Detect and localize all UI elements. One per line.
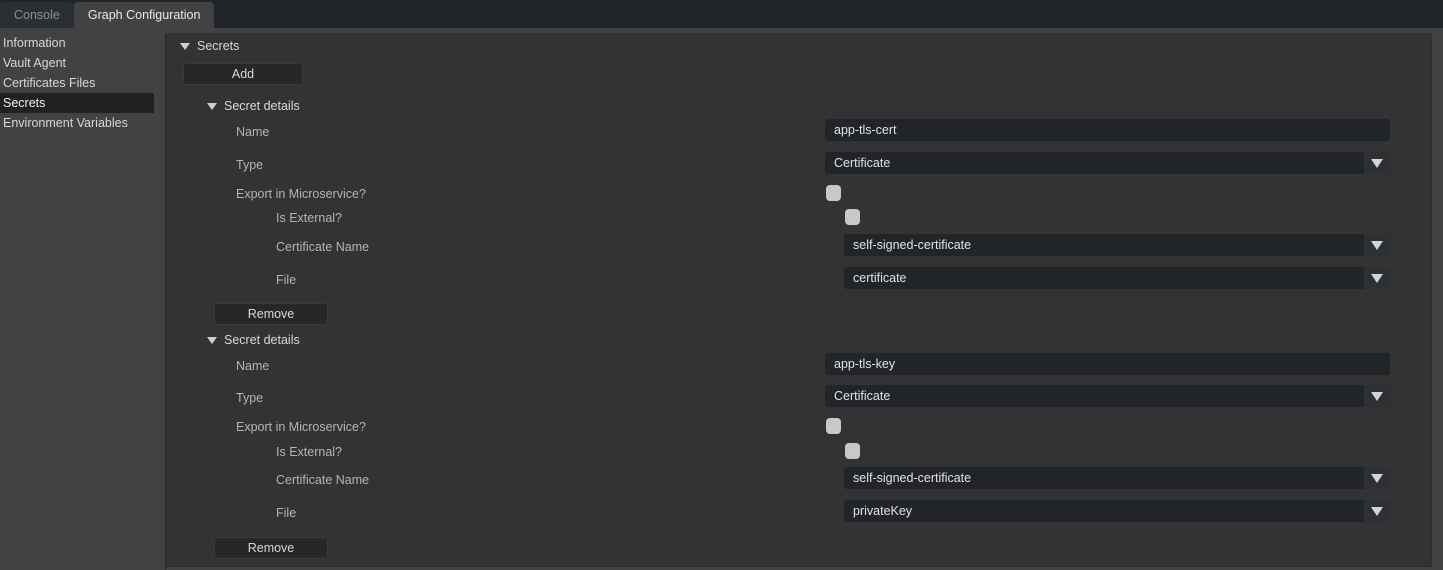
secret-2-file-select[interactable]: privateKey <box>844 500 1390 522</box>
secret-1-name-input[interactable]: app-tls-cert <box>825 119 1390 141</box>
secret-2-name-label: Name <box>236 359 270 373</box>
secret-1-certificate-name-label: Certificate Name <box>276 240 370 254</box>
secret-1-certificate-name-select[interactable]: self-signed-certificate <box>844 234 1390 256</box>
tab-console-label: Console <box>14 8 60 22</box>
secret-2-export-checkbox[interactable] <box>826 418 841 434</box>
chevron-down-icon <box>180 42 190 50</box>
secret-1-export-checkbox[interactable] <box>826 185 841 201</box>
secret-1-certificate-name-value: self-signed-certificate <box>853 238 972 252</box>
tab-graph-configuration[interactable]: Graph Configuration <box>73 2 215 28</box>
secret-1-type-label: Type <box>236 158 264 172</box>
secret-1-is-external-label: Is External? <box>276 211 343 225</box>
secret-details-header-2[interactable]: Secret details <box>207 333 300 347</box>
chevron-down-icon[interactable] <box>1364 467 1390 489</box>
secret-1-type-value: Certificate <box>834 156 891 170</box>
sidebar-item-vault-agent-label: Vault Agent <box>3 56 67 70</box>
secrets-section-header[interactable]: Secrets <box>180 39 239 53</box>
secret-2-certificate-name-value: self-signed-certificate <box>853 471 972 485</box>
chevron-down-icon <box>207 336 217 344</box>
secret-1-file-select[interactable]: certificate <box>844 267 1390 289</box>
chevron-down-icon[interactable] <box>1364 500 1390 522</box>
chevron-down-icon[interactable] <box>1364 385 1390 407</box>
secret-1-name-label: Name <box>236 125 270 139</box>
sidebar-item-environment-variables[interactable]: Environment Variables <box>0 113 154 133</box>
sidebar: Information Vault Agent Certificates Fil… <box>0 33 166 570</box>
add-secret-button[interactable]: Add <box>183 63 303 85</box>
secret-2-certificate-name-select[interactable]: self-signed-certificate <box>844 467 1390 489</box>
secret-1-type-select[interactable]: Certificate <box>825 152 1390 174</box>
secret-1-file-label: File <box>276 273 297 287</box>
sidebar-item-environment-variables-label: Environment Variables <box>3 116 128 130</box>
sidebar-item-secrets-label: Secrets <box>3 96 46 110</box>
tab-graph-configuration-label: Graph Configuration <box>87 8 201 22</box>
add-secret-button-label: Add <box>231 67 255 81</box>
secret-1-file-value: certificate <box>853 271 907 285</box>
chevron-down-icon <box>207 102 217 110</box>
sidebar-item-information[interactable]: Information <box>0 33 154 53</box>
secret-1-remove-button-label: Remove <box>247 307 295 321</box>
secrets-section-title: Secrets <box>197 39 240 53</box>
secret-2-type-value: Certificate <box>834 389 891 403</box>
secret-2-file-label: File <box>276 506 297 520</box>
chevron-down-icon[interactable] <box>1364 267 1390 289</box>
sidebar-item-certificates-files-label: Certificates Files <box>3 76 96 90</box>
secrets-configuration-panel: Secrets Add Secret details Name app-tls-… <box>166 33 1432 567</box>
secret-details-title-2: Secret details <box>224 333 300 347</box>
secret-2-certificate-name-label: Certificate Name <box>276 473 370 487</box>
secret-2-file-value: privateKey <box>853 504 913 518</box>
tab-console[interactable]: Console <box>0 2 74 28</box>
secret-1-is-external-checkbox[interactable] <box>845 209 860 225</box>
secret-2-name-input[interactable]: app-tls-key <box>825 353 1390 375</box>
secret-2-is-external-label: Is External? <box>276 445 343 459</box>
sidebar-item-certificates-files[interactable]: Certificates Files <box>0 73 154 93</box>
secret-details-header-1[interactable]: Secret details <box>207 99 300 113</box>
tab-bar: Console Graph Configuration <box>0 0 1443 28</box>
secret-2-name-value: app-tls-key <box>834 357 896 371</box>
secret-2-remove-button[interactable]: Remove <box>214 537 328 559</box>
sidebar-item-secrets[interactable]: Secrets <box>0 93 154 113</box>
secret-2-export-label: Export in Microservice? <box>236 420 366 434</box>
secret-2-is-external-checkbox[interactable] <box>845 443 860 459</box>
secret-2-type-label: Type <box>236 391 264 405</box>
chevron-down-icon[interactable] <box>1364 152 1390 174</box>
chevron-down-icon[interactable] <box>1364 234 1390 256</box>
right-gutter <box>1432 33 1443 570</box>
secret-1-export-label: Export in Microservice? <box>236 187 366 201</box>
sidebar-item-vault-agent[interactable]: Vault Agent <box>0 53 154 73</box>
secret-details-title-1: Secret details <box>224 99 300 113</box>
secret-2-remove-button-label: Remove <box>247 541 295 555</box>
secret-1-name-value: app-tls-cert <box>834 123 897 137</box>
sidebar-item-information-label: Information <box>3 36 66 50</box>
secret-1-remove-button[interactable]: Remove <box>214 303 328 325</box>
secret-2-type-select[interactable]: Certificate <box>825 385 1390 407</box>
